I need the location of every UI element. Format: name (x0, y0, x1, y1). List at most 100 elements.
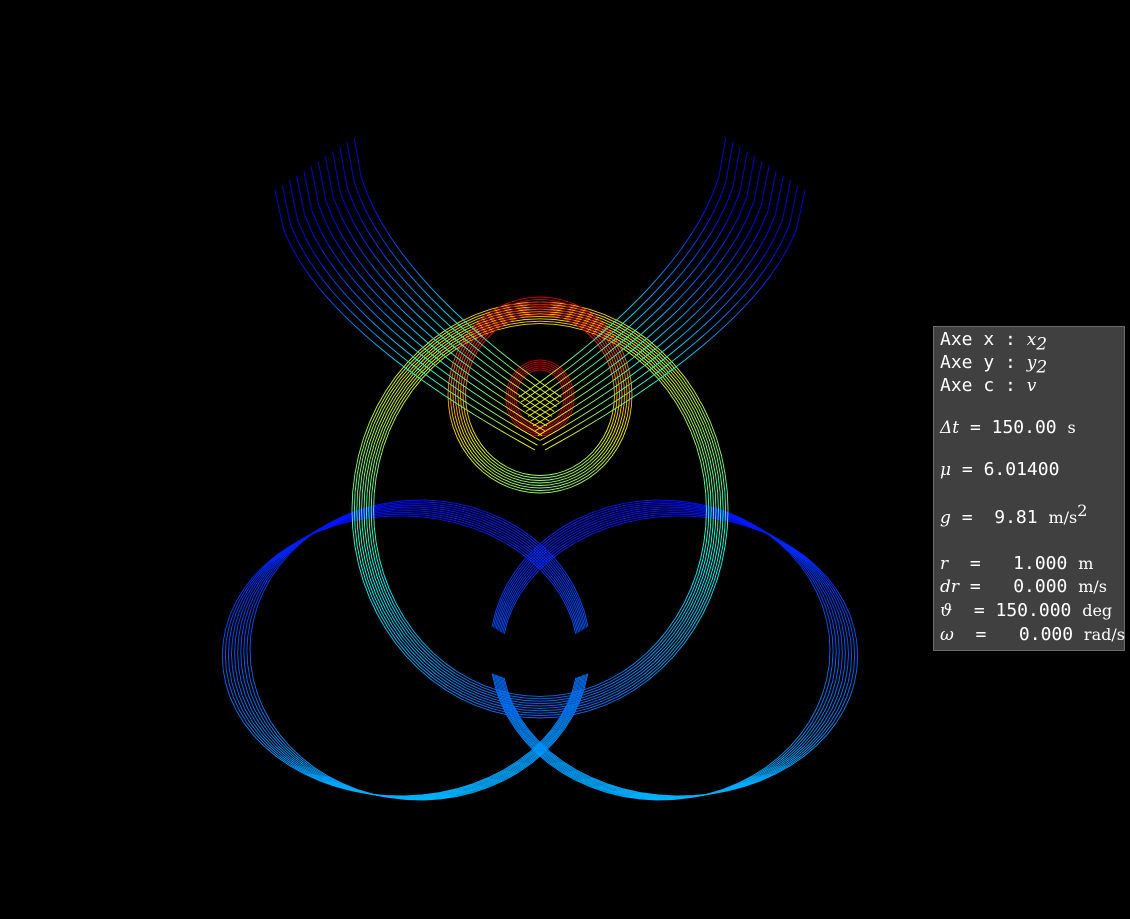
trajectory-segment (582, 461, 590, 468)
trajectory-segment (587, 469, 597, 477)
trajectory-segment (585, 693, 601, 700)
trajectory-segment (566, 402, 569, 408)
trajectory-segment (324, 281, 334, 293)
trajectory-segment (721, 262, 731, 274)
trajectory-segment (682, 307, 691, 317)
trajectory-segment (457, 520, 475, 527)
trajectory-segment (639, 499, 657, 502)
trajectory-segment (477, 700, 493, 707)
trajectory-segment (521, 480, 531, 483)
trajectory-segment (530, 301, 541, 304)
trajectory-segment (822, 593, 830, 609)
trajectory-segment (834, 695, 842, 710)
trajectory-segment (360, 200, 369, 216)
trajectory-segment (656, 513, 674, 516)
axis-y-label: Axe y : (940, 352, 1027, 373)
trajectory-segment (386, 324, 396, 334)
trajectory-segment (397, 272, 406, 282)
trajectory-segment (417, 283, 426, 293)
trajectory-segment (706, 314, 716, 323)
trajectory-segment (452, 506, 470, 512)
trajectory-segment (528, 570, 539, 583)
trajectory-segment (290, 225, 300, 244)
trajectory-segment (376, 445, 382, 462)
trajectory-segment (723, 296, 733, 307)
trajectory-segment (558, 575, 568, 589)
trajectory-segment (357, 438, 364, 457)
trajectory-segment (529, 431, 536, 435)
trajectory-segment (513, 402, 516, 408)
trajectory-segment (244, 695, 252, 710)
trajectory-segment (715, 475, 719, 493)
trajectory-segment (406, 293, 415, 302)
trajectory-segment (656, 271, 664, 280)
trajectory-segment (531, 367, 537, 370)
trajectory-segment (361, 300, 371, 311)
trajectory-segment (717, 527, 721, 545)
trajectory-segment (228, 626, 233, 641)
trajectory-segment (703, 326, 713, 336)
trajectory-segment (397, 641, 410, 656)
trajectory-segment (376, 558, 382, 575)
trajectory-segment (635, 365, 645, 373)
trajectory-segment (540, 396, 549, 403)
trajectory-segment (496, 400, 505, 407)
trajectory-segment (361, 237, 370, 249)
trajectory-segment (616, 414, 621, 425)
trajectory-segment (712, 475, 716, 493)
trajectory-segment (482, 471, 492, 479)
trajectory-segment (651, 308, 660, 317)
trajectory-segment (367, 326, 377, 336)
r-row: r = 1.000 m (940, 552, 1093, 576)
trajectory-segment (724, 492, 727, 511)
trajectory-segment (436, 293, 445, 302)
trajectory-segment (346, 186, 355, 206)
trajectory-segment (619, 361, 628, 369)
trajectory-segment (701, 309, 711, 319)
trajectory-segment (731, 214, 740, 230)
trajectory-segment (435, 322, 444, 330)
trajectory-segment (509, 366, 517, 373)
trajectory-segment (435, 365, 445, 373)
trajectory-segment (554, 323, 569, 327)
trajectory-segment (765, 238, 775, 254)
trajectory-segment (515, 578, 525, 592)
parameter-panel: Axe x : x2 Axe y : y2 Axe c : v Δt = 150… (933, 326, 1125, 651)
trajectory-segment (492, 475, 502, 482)
trajectory-segment (461, 446, 469, 457)
trajectory-segment (841, 638, 843, 653)
trajectory-segment (709, 331, 719, 341)
g-symbol: g (940, 508, 951, 528)
trajectory-segment (346, 209, 356, 226)
dr-row: dr = 0.000 m/s (940, 575, 1107, 599)
trajectory-segment (709, 441, 716, 459)
trajectory-segment (370, 493, 373, 511)
trajectory-segment (705, 282, 715, 292)
trajectory-segment (517, 439, 527, 446)
trajectory-segment (606, 503, 624, 509)
trajectory-segment (369, 442, 376, 460)
trajectory-segment (509, 573, 519, 587)
trajectory-segment (708, 526, 711, 544)
trajectory-segment (450, 307, 459, 316)
trajectory-segment (375, 304, 385, 314)
dt-unit: s (1067, 418, 1076, 437)
trajectory-segment (681, 337, 691, 345)
trajectory-segment (330, 277, 340, 288)
trajectory-segment (553, 439, 563, 446)
trajectory-segment (626, 416, 631, 428)
trajectory-segment (629, 373, 632, 385)
trajectory-segment (737, 239, 746, 253)
trajectory-segment (553, 559, 564, 573)
trajectory-segment (488, 395, 497, 402)
trajectory-segment (227, 640, 230, 655)
trajectory-segment (819, 592, 826, 608)
trajectory-segment (465, 377, 468, 387)
trajectory-segment (489, 410, 499, 416)
trajectory-segment (554, 697, 570, 701)
trajectory-segment (373, 509, 375, 527)
trajectory-segment (560, 487, 571, 491)
trajectory-segment (548, 563, 560, 577)
trajectory-segment (428, 343, 438, 351)
trajectory-segment (579, 424, 589, 431)
